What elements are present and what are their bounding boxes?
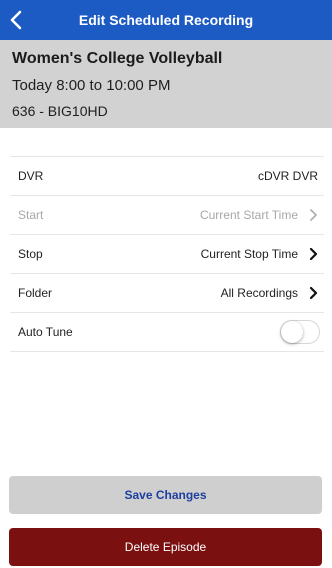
chevron-right-icon <box>309 286 318 300</box>
edit-recording-screen: Edit Scheduled Recording Women's College… <box>0 0 332 568</box>
program-info: Women's College Volleyball Today 8:00 to… <box>0 40 332 128</box>
delete-episode-button[interactable]: Delete Episode <box>9 528 322 566</box>
dvr-row: DVR cDVR DVR <box>10 156 324 195</box>
stop-value: Current Stop Time <box>200 247 298 261</box>
chevron-right-icon <box>310 209 317 221</box>
program-title: Women's College Volleyball <box>12 50 223 67</box>
start-value: Current Start Time <box>199 208 298 222</box>
header-bar: Edit Scheduled Recording <box>0 0 332 40</box>
stop-label: Stop <box>18 247 43 261</box>
toggle-knob <box>281 321 303 343</box>
back-button[interactable] <box>4 4 28 36</box>
auto-tune-toggle[interactable] <box>280 320 320 344</box>
chevron-left-icon <box>10 10 22 30</box>
program-channel: 636 - BIG10HD <box>12 103 108 119</box>
save-changes-button[interactable]: Save Changes <box>9 476 322 514</box>
folder-value: All Recordings <box>220 286 298 300</box>
start-label: Start <box>18 208 44 222</box>
stop-row[interactable]: Stop Current Stop Time <box>10 234 324 273</box>
auto-tune-row: Auto Tune <box>10 312 324 352</box>
dvr-value: cDVR DVR <box>257 169 318 183</box>
chevron-right-icon <box>309 247 318 261</box>
folder-row[interactable]: Folder All Recordings <box>10 273 324 312</box>
start-row: Start Current Start Time <box>10 195 324 234</box>
auto-tune-label: Auto Tune <box>18 325 73 339</box>
recording-settings: DVR cDVR DVR Start Current Start Time St… <box>0 156 332 352</box>
dvr-label: DVR <box>18 169 44 183</box>
folder-label: Folder <box>18 286 53 300</box>
page-title: Edit Scheduled Recording <box>78 12 254 28</box>
program-time: Today 8:00 to 10:00 PM <box>12 77 171 94</box>
